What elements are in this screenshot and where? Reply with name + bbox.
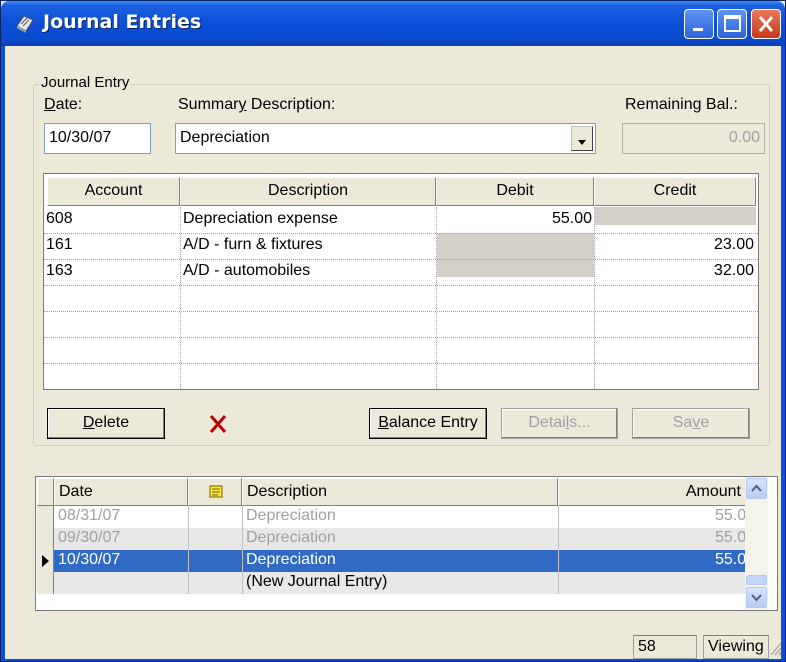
- history-row[interactable]: 08/31/07 Depreciation 55.00: [54, 506, 759, 528]
- window-title: Journal Entries: [43, 11, 202, 33]
- date-label: Date:: [44, 96, 83, 113]
- history-description: Depreciation: [246, 529, 336, 546]
- debit-cell[interactable]: 55.00: [437, 207, 594, 233]
- account-cell[interactable]: 161: [44, 233, 180, 259]
- red-x-icon: [209, 415, 227, 433]
- grid-row-line: [44, 311, 758, 312]
- remove-line-button[interactable]: [204, 410, 232, 438]
- details-button[interactable]: Details...: [501, 408, 618, 439]
- column-header-note[interactable]: [188, 478, 242, 506]
- column-header-debit[interactable]: Debit: [436, 177, 594, 206]
- history-description: Depreciation: [246, 551, 336, 568]
- history-date: 08/31/07: [58, 507, 121, 524]
- journal-entries-window: Journal Entries Journal Entry Date: 10/3…: [0, 0, 786, 662]
- column-header-description[interactable]: Description: [242, 478, 558, 506]
- history-row-new[interactable]: (New Journal Entry): [54, 572, 759, 594]
- column-header-date[interactable]: Date: [54, 478, 188, 506]
- history-date: 09/30/07: [58, 529, 121, 546]
- history-description: Depreciation: [246, 507, 336, 524]
- description-cell[interactable]: A/D - furn & fixtures: [181, 233, 436, 259]
- description-cell[interactable]: Depreciation expense: [181, 207, 436, 233]
- journal-entry-group-label: Journal Entry: [39, 74, 132, 91]
- history-row[interactable]: 09/30/07 Depreciation 55.00: [54, 528, 759, 550]
- row-selector[interactable]: [37, 550, 54, 572]
- column-header-account[interactable]: Account: [47, 177, 180, 206]
- maximize-button[interactable]: [717, 9, 747, 39]
- credit-cell[interactable]: 23.00: [595, 233, 756, 259]
- journal-app-icon: [16, 15, 34, 33]
- title-bar[interactable]: Journal Entries: [1, 1, 785, 46]
- save-button[interactable]: Save: [632, 408, 750, 439]
- summary-dropdown-button[interactable]: [571, 126, 593, 151]
- row-selector[interactable]: [37, 506, 54, 528]
- close-icon: [758, 16, 774, 32]
- current-row-arrow-icon: [42, 555, 49, 567]
- grid-row-line: [44, 337, 758, 338]
- debit-cell[interactable]: [437, 259, 594, 285]
- date-field[interactable]: 10/30/07: [44, 123, 151, 154]
- history-description: (New Journal Entry): [246, 573, 388, 590]
- status-bar: 58 Viewing: [5, 633, 783, 659]
- description-cell[interactable]: A/D - automobiles: [181, 259, 436, 285]
- scroll-up-button[interactable]: [746, 478, 767, 499]
- resize-grip-icon[interactable]: [769, 641, 783, 657]
- dropdown-arrow-icon: [578, 140, 586, 145]
- scroll-thumb[interactable]: [746, 575, 767, 585]
- summary-description-label: Summary Description:: [178, 96, 336, 113]
- debit-cell[interactable]: [437, 233, 594, 259]
- scroll-down-button[interactable]: [746, 587, 767, 608]
- history-row-selected[interactable]: 10/30/07 Depreciation 55.00: [54, 550, 759, 572]
- column-header-description[interactable]: Description: [180, 177, 436, 206]
- balance-entry-button[interactable]: Balance Entry: [369, 408, 487, 439]
- maximize-icon: [724, 15, 741, 32]
- grid-divider: [188, 506, 189, 594]
- note-icon: [209, 485, 223, 498]
- summary-description-combo[interactable]: Depreciation: [175, 123, 596, 154]
- record-count: 58: [633, 635, 697, 659]
- remaining-balance-field: 0.00: [622, 123, 765, 154]
- grid-row-line: [44, 285, 758, 286]
- row-selector[interactable]: [37, 572, 54, 594]
- column-header-amount[interactable]: Amount: [558, 478, 746, 506]
- minimize-button[interactable]: [684, 9, 714, 39]
- history-date: 10/30/07: [58, 551, 121, 568]
- close-button[interactable]: [751, 9, 781, 39]
- chevron-down-icon: [751, 594, 762, 602]
- row-selector-header: [37, 478, 54, 506]
- account-cell[interactable]: 163: [44, 259, 180, 285]
- chevron-up-icon: [751, 484, 762, 492]
- journal-history-grid[interactable]: Date Description Amount 08/31/07 Depreci…: [35, 476, 778, 611]
- credit-cell[interactable]: 32.00: [595, 259, 756, 285]
- grid-divider: [558, 506, 559, 594]
- status-mode: Viewing: [703, 635, 769, 659]
- journal-lines-grid[interactable]: Account Description Debit Credit 608 Dep…: [43, 173, 759, 390]
- row-selector[interactable]: [37, 528, 54, 550]
- remaining-balance-label: Remaining Bal.:: [625, 96, 738, 113]
- grid-divider: [242, 506, 243, 594]
- column-header-credit[interactable]: Credit: [594, 177, 756, 206]
- credit-cell[interactable]: [595, 207, 756, 233]
- delete-button[interactable]: Delete: [47, 408, 165, 439]
- minimize-icon: [693, 28, 703, 31]
- history-scrollbar[interactable]: [745, 477, 768, 610]
- account-cell[interactable]: 608: [44, 207, 180, 233]
- grid-row-line: [44, 363, 758, 364]
- summary-description-value: Depreciation: [180, 129, 270, 146]
